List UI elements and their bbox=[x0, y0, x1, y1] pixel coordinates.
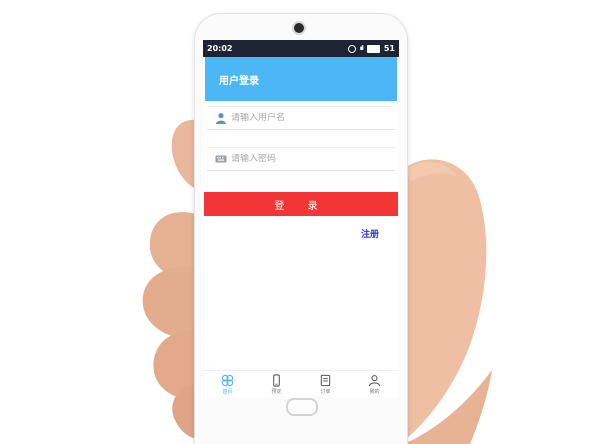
user-icon bbox=[216, 113, 226, 124]
battery-icon bbox=[366, 44, 380, 53]
password-field-row bbox=[207, 147, 395, 171]
tab-profile[interactable]: 我的 bbox=[350, 371, 399, 397]
phone-icon bbox=[273, 373, 280, 387]
login-button[interactable]: 登 录 bbox=[204, 192, 398, 216]
home-button[interactable] bbox=[286, 398, 318, 416]
status-time: 20:02 bbox=[207, 44, 233, 53]
username-input[interactable] bbox=[231, 113, 381, 123]
password-input[interactable] bbox=[231, 154, 381, 164]
bottom-tab-bar: 首页 预定 订单 我的 bbox=[203, 370, 399, 397]
tab-home[interactable]: 首页 bbox=[203, 371, 252, 397]
alarm-icon bbox=[347, 44, 356, 53]
tab-booking[interactable]: 预定 bbox=[252, 371, 301, 397]
tab-label-orders: 订单 bbox=[320, 388, 331, 395]
username-field-row bbox=[207, 106, 395, 130]
front-camera bbox=[294, 23, 304, 33]
tab-label-profile: 我的 bbox=[369, 388, 380, 395]
person-icon bbox=[368, 374, 381, 386]
signal-icon: ııl bbox=[359, 45, 364, 52]
register-link[interactable]: 注册 bbox=[361, 227, 379, 240]
tab-label-booking: 预定 bbox=[271, 388, 282, 395]
app-header: 用户登录 bbox=[205, 57, 397, 101]
battery-level: 51 bbox=[383, 44, 395, 53]
phone-frame: 20:02 ııl 51 用户登录 请输入用户名 登 录 注册 首页 预定 订单… bbox=[195, 14, 407, 444]
clover-icon bbox=[221, 374, 234, 386]
phone-screen: 20:02 ııl 51 用户登录 请输入用户名 登 录 注册 首页 预定 订单… bbox=[203, 40, 399, 397]
tab-orders[interactable]: 订单 bbox=[301, 371, 350, 397]
order-icon bbox=[320, 374, 331, 386]
status-bar: 20:02 ııl 51 bbox=[203, 40, 399, 57]
status-icons: ııl 51 bbox=[347, 44, 395, 53]
tab-label-home: 首页 bbox=[222, 388, 233, 395]
keyboard-icon bbox=[215, 155, 227, 163]
page-title: 用户登录 bbox=[219, 75, 259, 87]
